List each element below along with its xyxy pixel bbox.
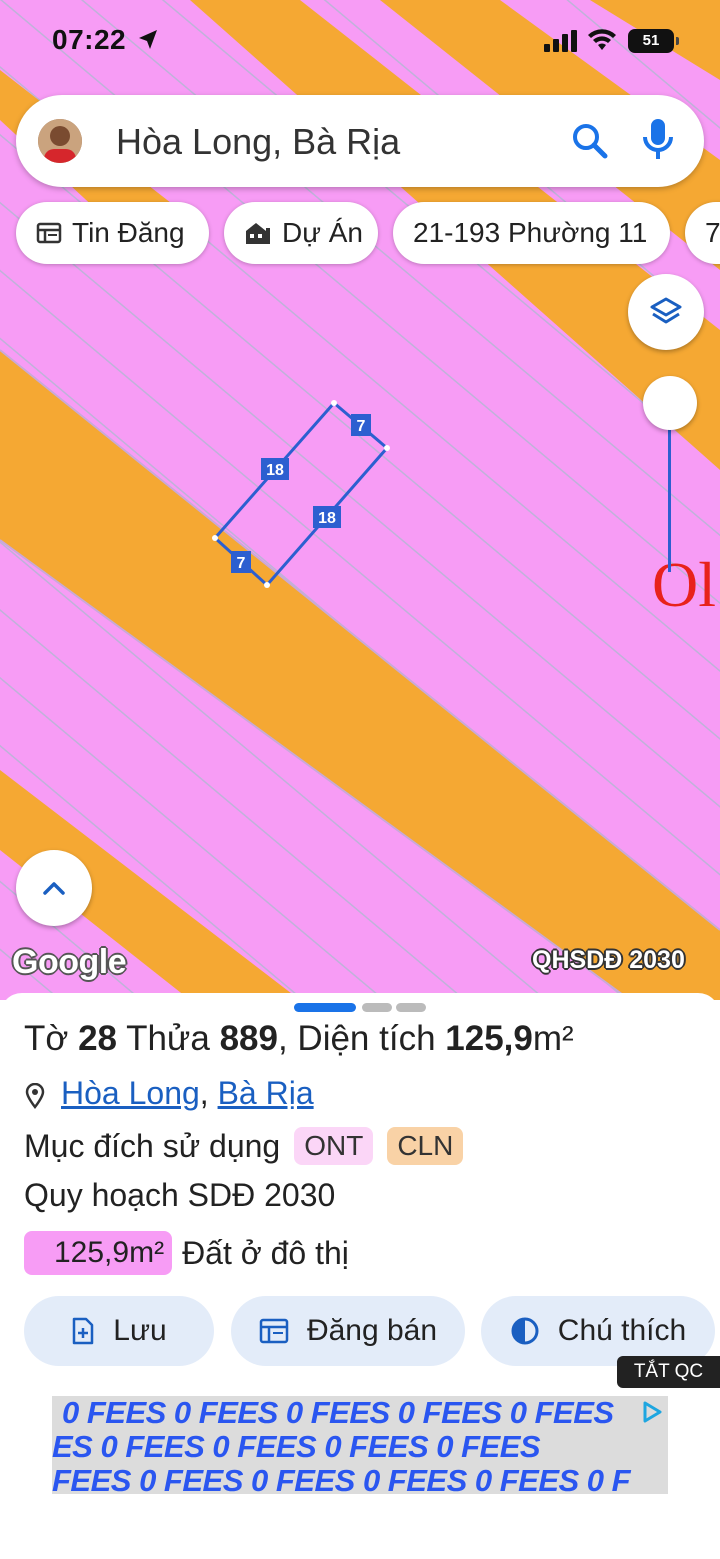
location-separator: , [199, 1075, 218, 1111]
land-use-row: Mục đích sử dụng ONT CLN [24, 1127, 464, 1165]
action-buttons: Lưu Đăng bán Chú thích [0, 1296, 720, 1366]
search-query[interactable]: Hòa Long, Bà Rịa [116, 121, 400, 163]
parcel-edge-label: 18 [318, 510, 336, 527]
microphone-icon[interactable] [642, 117, 674, 163]
chip-tin-dang[interactable]: Tin Đăng [16, 202, 209, 264]
sheet-prefix: Tờ [24, 1019, 79, 1058]
chip-label: 7 [705, 217, 720, 248]
building-icon [244, 220, 272, 246]
location-row: Hòa Long, Bà Rịa [24, 1075, 314, 1112]
avatar-image [38, 119, 82, 163]
close-ad-button[interactable]: TẮT QC [617, 1356, 720, 1388]
battery-indicator: 51 [628, 29, 679, 53]
ad-choices-icon[interactable] [640, 1400, 664, 1424]
ward-link[interactable]: Hòa Long [61, 1075, 200, 1111]
plan-label: Quy hoạch SDĐ 2030 [24, 1177, 336, 1213]
ad-text-line: FEES 0 FEES 0 FEES 0 FEES 0 FEES 0 F [52, 1463, 631, 1494]
zoning-area-row: 125,9m² Đất ở đô thị [24, 1231, 349, 1275]
plan-layer-badge: QHSDĐ 2030 [532, 946, 685, 974]
listing-icon [36, 221, 62, 245]
land-use-label: Mục đích sử dụng [24, 1127, 281, 1164]
battery-level: 51 [642, 32, 660, 49]
post-for-sale-button[interactable]: Đăng bán [231, 1296, 465, 1366]
parcel-edge-label: 7 [357, 418, 366, 435]
map-zone-label: Ol [652, 549, 716, 620]
wifi-icon [588, 29, 616, 50]
opacity-slider-handle[interactable] [643, 376, 697, 430]
legend-label: Chú thích [557, 1314, 687, 1347]
location-arrow-icon [139, 30, 157, 49]
page-indicator [396, 1003, 426, 1012]
legend-icon [510, 1316, 540, 1346]
land-use-tag: ONT [294, 1127, 374, 1165]
parcel-title: Tờ 28 Thửa 889, Diện tích 125,9m² [24, 1019, 574, 1059]
chip-label: Tin Đăng [72, 217, 185, 248]
land-use-tag: CLN [387, 1127, 464, 1165]
google-logo: Google [12, 943, 127, 981]
status-time: 07:22 [52, 24, 127, 55]
chevron-up-icon [43, 882, 65, 895]
expand-button[interactable] [16, 850, 92, 926]
save-label: Lưu [113, 1314, 167, 1347]
post-icon [259, 1318, 289, 1344]
zoning-area-value: 125,9m² [24, 1231, 173, 1275]
avatar[interactable] [38, 119, 82, 163]
ad-text-line: 0 FEES 0 FEES 0 FEES 0 FEES 0 FEES [62, 1396, 614, 1430]
layers-button[interactable] [628, 274, 704, 350]
area-value: 125,9 [445, 1019, 533, 1058]
post-label: Đăng bán [306, 1314, 438, 1347]
search-icon[interactable] [570, 121, 610, 161]
page-indicator [362, 1003, 392, 1012]
city-link[interactable]: Bà Rịa [218, 1075, 314, 1111]
layers-icon [650, 297, 682, 324]
save-button[interactable]: Lưu [24, 1296, 214, 1366]
map-view[interactable]: 7 18 18 7 Ol 07:22 51 Hòa Long, Bà Rịa T… [0, 0, 720, 1000]
chip-label: 21-193 Phường 11 [413, 217, 648, 248]
sheet-number: 28 [78, 1019, 117, 1058]
chip-address[interactable]: 21-193 Phường 11 [393, 202, 670, 264]
status-bar: 07:22 51 [0, 0, 720, 80]
parcel-prefix: Thửa [117, 1019, 220, 1058]
page-indicator-active [294, 1003, 356, 1012]
chip-du-an[interactable]: Dự Án [224, 202, 378, 264]
save-icon [71, 1317, 95, 1345]
location-pin-icon [25, 1083, 45, 1109]
parcel-number: 889 [219, 1019, 278, 1058]
area-prefix: , Diện tích [277, 1019, 446, 1058]
ad-text-line: ES 0 FEES 0 FEES 0 FEES 0 FEES [52, 1429, 541, 1464]
ad-banner[interactable]: 0 FEES 0 FEES 0 FEES 0 FEES 0 FEES ES 0 … [52, 1396, 668, 1494]
search-bar[interactable]: Hòa Long, Bà Rịa [16, 95, 704, 187]
area-unit: m² [532, 1019, 574, 1058]
parcel-edge-label: 7 [237, 555, 246, 572]
chip-label: Dự Án [282, 217, 363, 248]
parcel-edge-label: 18 [266, 462, 284, 479]
zoning-type-label: Đất ở đô thị [182, 1234, 349, 1271]
cellular-signal-icon [544, 30, 577, 52]
